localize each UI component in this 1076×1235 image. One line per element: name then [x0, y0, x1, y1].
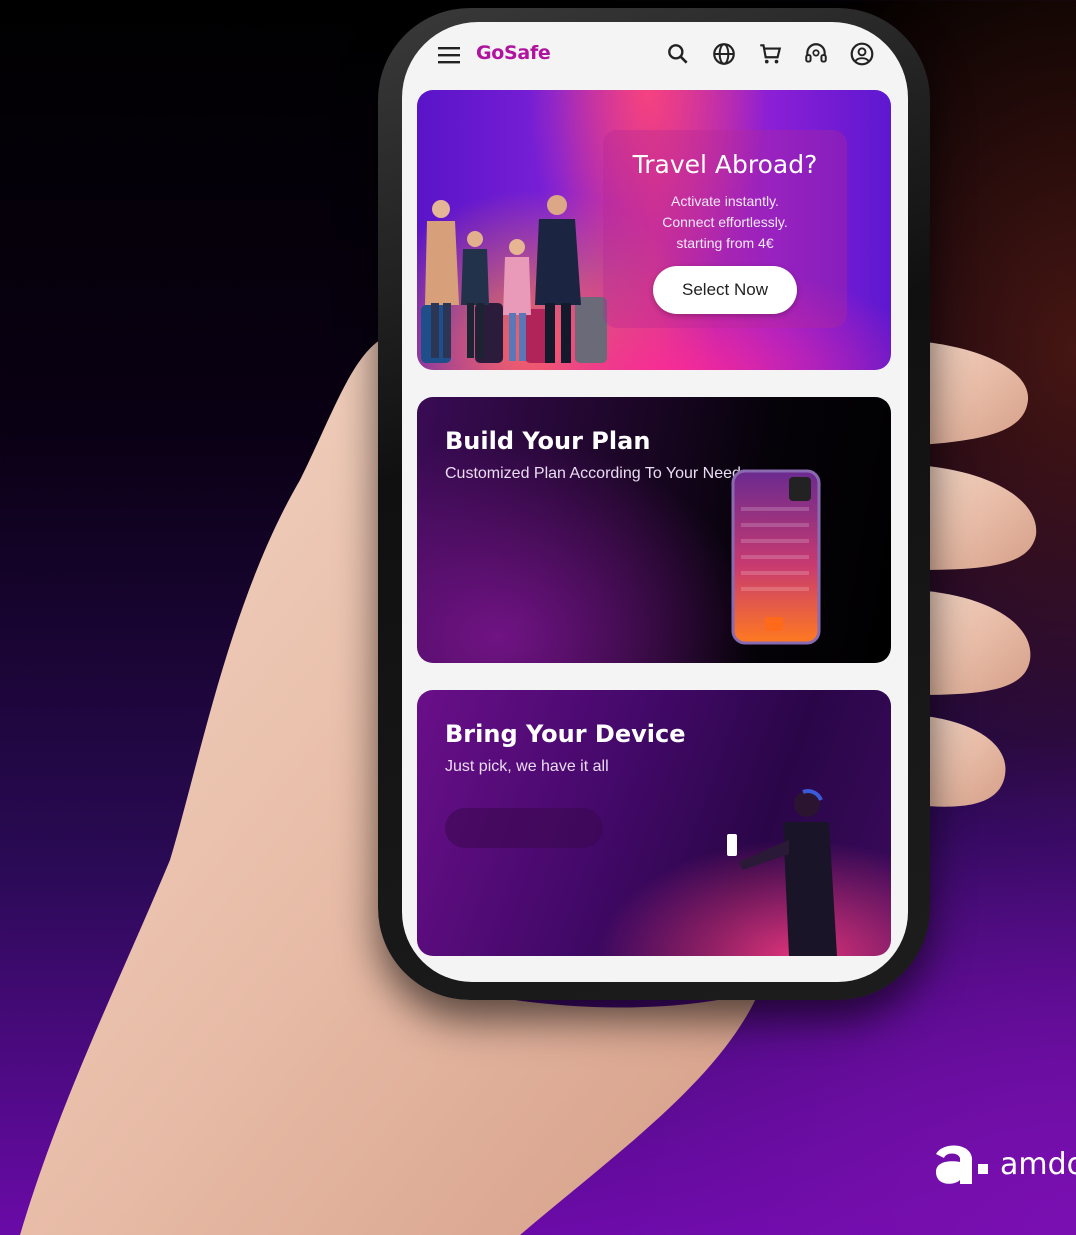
top-icons [664, 40, 876, 68]
logo-text: amdo [1000, 1146, 1076, 1182]
build-plan-card[interactable]: Build Your Plan Customized Plan Accordin… [417, 397, 891, 663]
bring-device-card[interactable]: Bring Your Device Just pick, we have it … [417, 690, 891, 956]
travel-abroad-card[interactable]: Travel Abroad? Activate instantly. Conne… [417, 90, 891, 370]
travel-line-2: Connect effortlessly. [662, 214, 788, 230]
select-now-button[interactable]: Select Now [653, 266, 797, 314]
travel-description: Activate instantly. Connect effortlessly… [603, 191, 847, 254]
brand-logo[interactable]: GoSafe [476, 42, 551, 64]
travelers-image [421, 195, 607, 363]
phone-product-image [731, 469, 821, 645]
travel-line-1: Activate instantly. [671, 193, 779, 209]
person-with-phone-image [727, 789, 837, 956]
phone-screen: GoSafe Travel Abroad? Activate instantly… [402, 22, 908, 982]
device-action-button[interactable] [445, 808, 603, 848]
support-icon[interactable] [802, 40, 830, 68]
account-icon[interactable] [848, 40, 876, 68]
top-bar: GoSafe [402, 22, 908, 90]
menu-icon[interactable] [436, 44, 462, 66]
device-title: Bring Your Device [445, 720, 686, 748]
plan-subtitle: Customized Plan According To Your Needs [445, 465, 749, 482]
device-subtitle: Just pick, we have it all [445, 758, 609, 775]
logo-mark-icon [936, 1145, 988, 1184]
company-logo: amdo [932, 1140, 1076, 1188]
plan-title: Build Your Plan [445, 427, 651, 455]
travel-title: Travel Abroad? [632, 150, 818, 179]
travel-line-3: starting from 4€ [676, 235, 774, 251]
search-icon[interactable] [664, 40, 692, 68]
cart-icon[interactable] [756, 40, 784, 68]
travel-promo-panel: Travel Abroad? Activate instantly. Conne… [603, 130, 847, 328]
globe-icon[interactable] [710, 40, 738, 68]
